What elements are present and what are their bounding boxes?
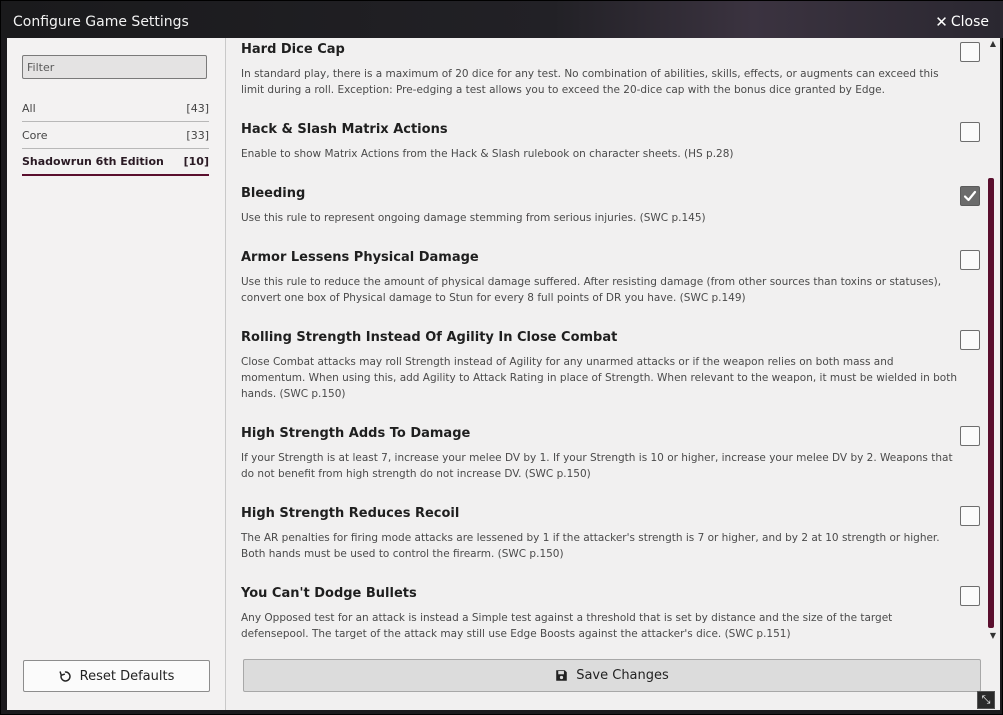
category-count: [43] xyxy=(186,101,209,115)
setting-strength-adds-damage: High Strength Adds To Damage If your Str… xyxy=(241,426,980,482)
setting-bleeding: Bleeding Use this rule to represent ongo… xyxy=(241,186,980,226)
setting-description: Use this rule to represent ongoing damag… xyxy=(241,212,706,224)
window-title: Configure Game Settings xyxy=(13,14,189,30)
settings-window: Configure Game Settings ✕ Close All [43]… xyxy=(0,0,1003,715)
scroll-up-arrow-icon[interactable]: ▲ xyxy=(989,40,997,48)
resize-handle-icon[interactable]: ⤡ xyxy=(977,691,995,709)
setting-name: High Strength Adds To Damage xyxy=(241,426,471,441)
setting-strength-close-combat: Rolling Strength Instead Of Agility In C… xyxy=(241,330,980,402)
setting-name: High Strength Reduces Recoil xyxy=(241,506,460,521)
setting-checkbox[interactable] xyxy=(960,122,980,142)
close-label: Close xyxy=(950,14,989,30)
undo-icon xyxy=(59,670,71,682)
close-button[interactable]: ✕ Close xyxy=(935,13,989,31)
setting-description: If your Strength is at least 7, increase… xyxy=(241,452,953,480)
setting-name: Rolling Strength Instead Of Agility In C… xyxy=(241,330,618,345)
category-core[interactable]: Core [33] xyxy=(22,122,209,149)
title-bar[interactable]: Configure Game Settings ✕ Close xyxy=(1,1,1003,38)
setting-name: Armor Lessens Physical Damage xyxy=(241,250,479,265)
setting-checkbox[interactable] xyxy=(960,250,980,270)
settings-panel: Hard Dice Cap In standard play, there is… xyxy=(226,38,1000,710)
reset-label: Reset Defaults xyxy=(79,668,175,684)
category-count: [10] xyxy=(183,155,209,168)
setting-name: You Can't Dodge Bullets xyxy=(241,586,417,601)
setting-name: Bleeding xyxy=(241,186,306,201)
save-icon xyxy=(556,670,567,681)
category-all[interactable]: All [43] xyxy=(22,95,209,122)
setting-name: Hack & Slash Matrix Actions xyxy=(241,122,448,137)
setting-checkbox[interactable] xyxy=(960,426,980,446)
setting-checkbox[interactable] xyxy=(960,506,980,526)
setting-hard-dice-cap: Hard Dice Cap In standard play, there is… xyxy=(241,42,980,98)
setting-checkbox[interactable] xyxy=(960,186,980,206)
setting-checkbox[interactable] xyxy=(960,586,980,606)
setting-description: In standard play, there is a maximum of … xyxy=(241,68,939,96)
setting-description: Use this rule to reduce the amount of ph… xyxy=(241,276,942,304)
filter-input[interactable] xyxy=(22,55,207,79)
setting-name: Hard Dice Cap xyxy=(241,42,345,57)
category-count: [33] xyxy=(186,128,209,142)
save-changes-button[interactable]: Save Changes xyxy=(243,659,981,692)
settings-list[interactable]: Hard Dice Cap In standard play, there is… xyxy=(226,38,986,648)
setting-description: The AR penalties for firing mode attacks… xyxy=(241,532,940,560)
scroll-down-arrow-icon[interactable]: ▼ xyxy=(989,632,997,640)
close-icon: ✕ xyxy=(935,13,948,31)
checkmark-icon xyxy=(963,190,977,202)
category-label: Core xyxy=(22,128,48,142)
save-label: Save Changes xyxy=(576,668,669,683)
category-shadowrun-6e[interactable]: Shadowrun 6th Edition [10] xyxy=(22,149,209,176)
category-label: Shadowrun 6th Edition xyxy=(22,155,164,168)
setting-description: Enable to show Matrix Actions from the H… xyxy=(241,148,734,160)
reset-defaults-button[interactable]: Reset Defaults xyxy=(23,660,210,692)
setting-checkbox[interactable] xyxy=(960,330,980,350)
category-label: All xyxy=(22,101,36,115)
setting-checkbox[interactable] xyxy=(960,42,980,62)
sidebar: All [43] Core [33] Shadowrun 6th Edition… xyxy=(7,38,226,710)
dialog-content: All [43] Core [33] Shadowrun 6th Edition… xyxy=(7,38,1000,710)
setting-description: Any Opposed test for an attack is instea… xyxy=(241,612,893,640)
setting-hack-slash-matrix: Hack & Slash Matrix Actions Enable to sh… xyxy=(241,122,980,162)
setting-strength-reduces-recoil: High Strength Reduces Recoil The AR pena… xyxy=(241,506,980,562)
setting-description: Close Combat attacks may roll Strength i… xyxy=(241,356,957,400)
scrollbar[interactable]: ▲ ▼ xyxy=(987,38,999,648)
scrollbar-thumb[interactable] xyxy=(988,178,994,628)
setting-armor-lessens-damage: Armor Lessens Physical Damage Use this r… xyxy=(241,250,980,306)
setting-cant-dodge-bullets: You Can't Dodge Bullets Any Opposed test… xyxy=(241,586,980,642)
